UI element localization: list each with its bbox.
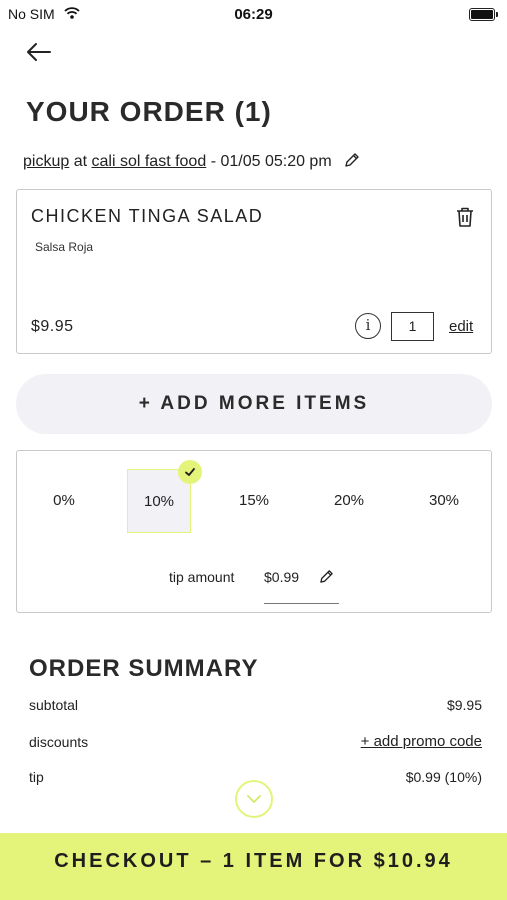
tip-amount-value[interactable]: $0.99 (264, 569, 299, 585)
edit-item-link[interactable]: edit (449, 318, 473, 335)
item-modifier: Salsa Roja (35, 240, 94, 254)
at-label: at (73, 153, 88, 170)
chevron-down-icon (247, 795, 261, 803)
battery-icon (469, 8, 498, 21)
add-more-items-button[interactable]: + ADD MORE ITEMS (16, 374, 492, 434)
tip-option-30[interactable]: 30% (412, 469, 476, 533)
tip-amount-underline (264, 603, 339, 604)
page-title: YOUR ORDER (1) (26, 96, 272, 127)
back-button[interactable] (24, 38, 54, 66)
trash-icon (457, 207, 473, 227)
selected-check-badge (178, 460, 202, 484)
restaurant-link[interactable]: cali sol fast food (92, 153, 207, 170)
order-item-card: CHICKEN TINGA SALAD Salsa Roja $9.95 i 1… (16, 189, 492, 354)
status-bar: No SIM 06:29 (0, 0, 507, 28)
tip-option-15[interactable]: 15% (222, 469, 286, 533)
back-arrow-icon (27, 43, 51, 61)
pickup-datetime: - 01/05 05:20 pm (210, 153, 332, 170)
subtotal-value: $9.95 (446, 697, 482, 713)
quantity-field[interactable]: 1 (391, 312, 434, 341)
pencil-icon (345, 153, 359, 167)
tip-amount-label: tip amount (169, 569, 235, 585)
info-icon[interactable]: i (355, 313, 381, 339)
checkout-button[interactable]: CHECKOUT – 1 ITEM FOR $10.94 (0, 833, 507, 900)
tip-option-0[interactable]: 0% (32, 469, 96, 533)
discounts-label: discounts (29, 734, 89, 750)
item-price: $9.95 (31, 318, 74, 335)
remove-item-button[interactable] (455, 206, 475, 233)
pickup-mode-link[interactable]: pickup (23, 153, 69, 170)
subtotal-label: subtotal (29, 697, 79, 713)
scroll-down-button[interactable] (235, 780, 273, 818)
tip-value: $0.99 (10%) (405, 769, 482, 785)
pencil-icon (320, 570, 333, 583)
clock: 06:29 (234, 6, 273, 23)
order-summary-title: ORDER SUMMARY (29, 655, 259, 682)
pickup-details: pickup at cali sol fast food - 01/05 05:… (23, 152, 360, 173)
tip-label: tip (29, 769, 44, 785)
tip-card: 0% 10% 15% 20% 30% tip amount $0.99 (16, 450, 492, 613)
edit-pickup-button[interactable] (344, 152, 360, 173)
add-promo-code-link[interactable]: + add promo code (361, 733, 482, 750)
edit-tip-button[interactable] (319, 569, 334, 589)
item-name: CHICKEN TINGA SALAD (31, 206, 264, 226)
tip-option-20[interactable]: 20% (317, 469, 381, 533)
check-icon (185, 468, 195, 476)
